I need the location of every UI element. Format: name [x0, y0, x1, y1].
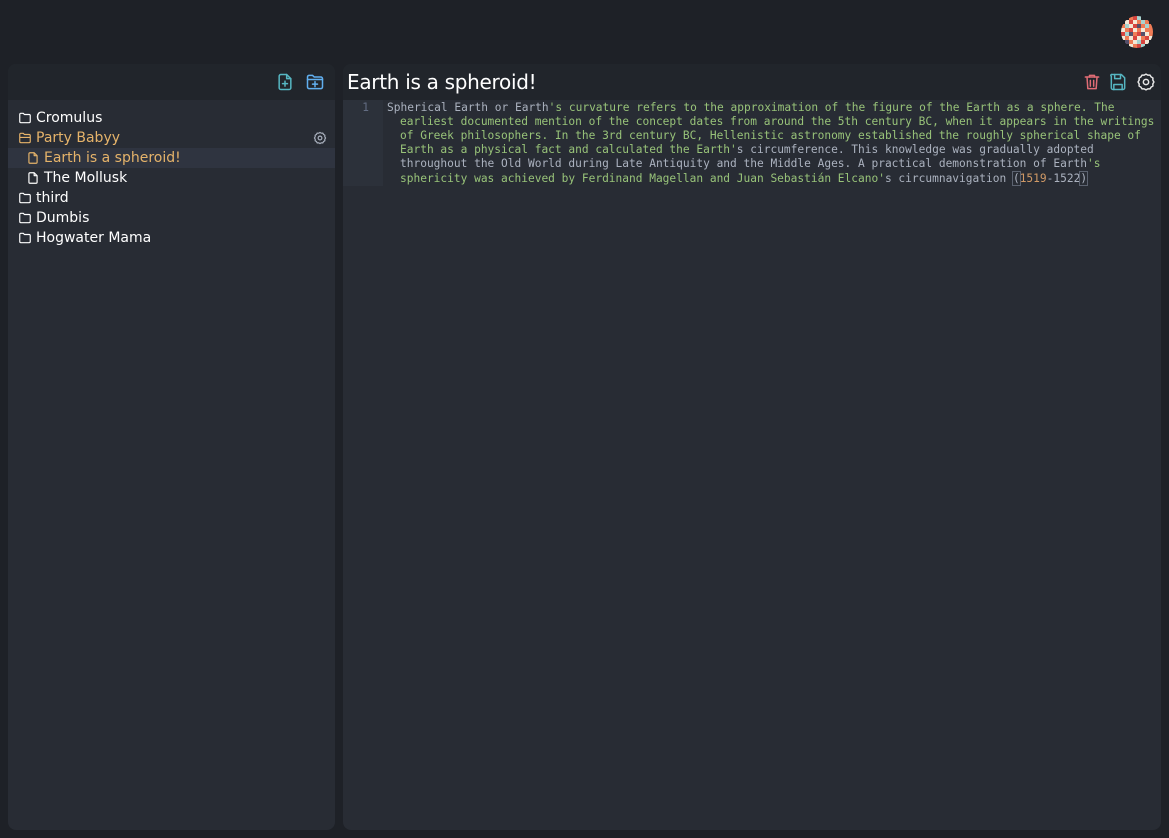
gear-icon — [1137, 73, 1155, 91]
text-cursor — [1087, 171, 1089, 184]
avatar-pixel — [1121, 16, 1125, 20]
code-editor[interactable]: 1 Spherical Earth or Earth's curvature r… — [343, 100, 1161, 186]
folder-icon — [18, 231, 32, 245]
user-avatar[interactable] — [1121, 16, 1153, 48]
tree-item-label: third — [36, 190, 69, 206]
folder-icon — [18, 191, 32, 205]
tree-item-label: Earth is a spheroid! — [44, 150, 181, 166]
tree-file[interactable]: The Mollusk — [8, 168, 335, 188]
document-title[interactable]: Earth is a spheroid! — [347, 70, 537, 94]
new-folder-button[interactable] — [304, 71, 326, 93]
folder-plus-icon — [306, 74, 324, 90]
avatar-pixel — [1121, 44, 1125, 48]
tree-file[interactable]: Earth is a spheroid! — [8, 148, 335, 168]
top-bar — [0, 0, 1169, 64]
tree-folder[interactable]: Cromulus — [8, 108, 335, 128]
save-button[interactable] — [1107, 71, 1129, 93]
delete-button[interactable] — [1081, 71, 1103, 93]
line-number: 1 — [362, 101, 369, 114]
file-plus-icon — [278, 73, 292, 91]
save-icon — [1110, 73, 1126, 91]
tree-item-label: Hogwater Mama — [36, 230, 152, 246]
code-token: s circumnavigation — [884, 172, 1013, 185]
editor-panel: Earth is a spheroid! 1 Spherical Earth o… — [343, 64, 1161, 830]
code-token: -1522 — [1046, 172, 1081, 185]
tree-folder[interactable]: Dumbis — [8, 208, 335, 228]
sidebar-header — [8, 64, 335, 100]
tree-folder[interactable]: Hogwater Mama — [8, 228, 335, 248]
code-line: 1 Spherical Earth or Earth's curvature r… — [343, 100, 1161, 186]
folder-icon — [18, 111, 32, 125]
line-content[interactable]: Spherical Earth or Earth's curvature ref… — [383, 100, 1161, 186]
code-token: Spherical Earth or Earth — [387, 101, 549, 114]
folder-open-icon — [18, 131, 32, 145]
avatar-pixel — [1149, 16, 1153, 20]
tree-item-label: The Mollusk — [44, 170, 128, 186]
file-tree: Cromulus Party Babyy Earth is a spheroid! T… — [8, 100, 335, 248]
code-token: 1519 — [1019, 172, 1047, 185]
tree-item-label: Party Babyy — [36, 130, 121, 146]
tree-folder[interactable]: third — [8, 188, 335, 208]
folder-settings-icon[interactable] — [313, 131, 327, 145]
file-tree-panel: Cromulus Party Babyy Earth is a spheroid! T… — [8, 64, 335, 830]
new-file-button[interactable] — [274, 71, 296, 93]
tree-folder[interactable]: Party Babyy — [8, 128, 335, 148]
editor-header: Earth is a spheroid! — [343, 64, 1161, 100]
trash-icon — [1084, 74, 1100, 90]
file-icon — [26, 171, 40, 185]
code-token: ( — [1011, 171, 1021, 186]
tree-item-label: Cromulus — [36, 110, 103, 126]
avatar-pixel — [1149, 44, 1153, 48]
file-icon — [26, 151, 40, 165]
folder-icon — [18, 211, 32, 225]
tree-item-label: Dumbis — [36, 210, 90, 226]
code-token: ) — [1079, 171, 1089, 186]
avatar-pixel — [1145, 44, 1149, 48]
editor-settings-button[interactable] — [1135, 71, 1157, 93]
avatar-pixel — [1149, 40, 1153, 44]
